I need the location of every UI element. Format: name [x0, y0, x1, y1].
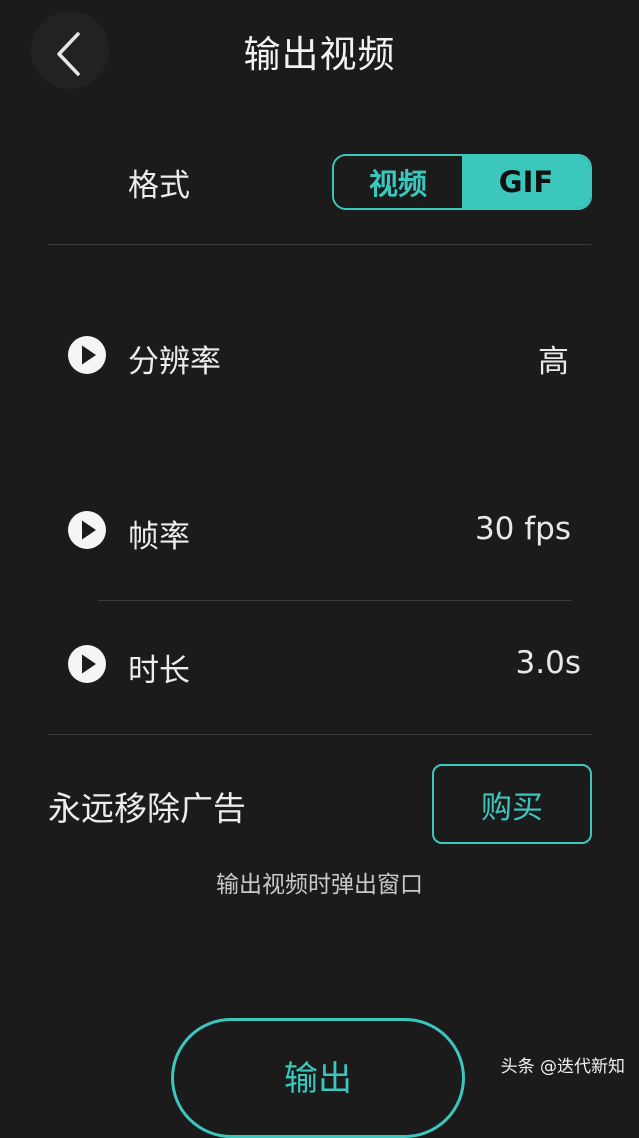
format-option-video[interactable]: 视频: [334, 156, 462, 208]
page-title: 输出视频: [243, 33, 396, 76]
format-option-gif[interactable]: GIF: [462, 156, 590, 208]
setting-label: 帧率: [128, 519, 190, 555]
setting-value: 高: [538, 344, 569, 380]
setting-label: 分辨率: [128, 344, 221, 380]
setting-value: 30 fps: [474, 511, 571, 547]
divider: [48, 734, 591, 735]
setting-row-duration[interactable]: 时长 3.0s: [0, 634, 639, 694]
buy-button[interactable]: 购买: [432, 764, 592, 844]
divider: [48, 244, 591, 245]
play-circle-icon: [68, 336, 106, 374]
play-circle-icon: [68, 511, 106, 549]
divider: [98, 600, 572, 601]
remove-ads-label: 永远移除广告: [48, 789, 246, 828]
popup-note: 输出视频时弹出窗口: [216, 872, 423, 898]
setting-row-framerate[interactable]: 帧率 30 fps: [0, 500, 639, 560]
watermark: 头条 @迭代新知: [500, 1057, 625, 1077]
format-segmented-control: 视频 GIF: [332, 154, 592, 210]
setting-label: 时长: [128, 653, 190, 689]
export-button[interactable]: 输出: [171, 1018, 465, 1138]
setting-row-resolution[interactable]: 分辨率 高: [0, 325, 639, 385]
setting-value: 3.0s: [515, 645, 581, 681]
play-circle-icon: [68, 645, 106, 683]
format-label: 格式: [128, 168, 190, 204]
